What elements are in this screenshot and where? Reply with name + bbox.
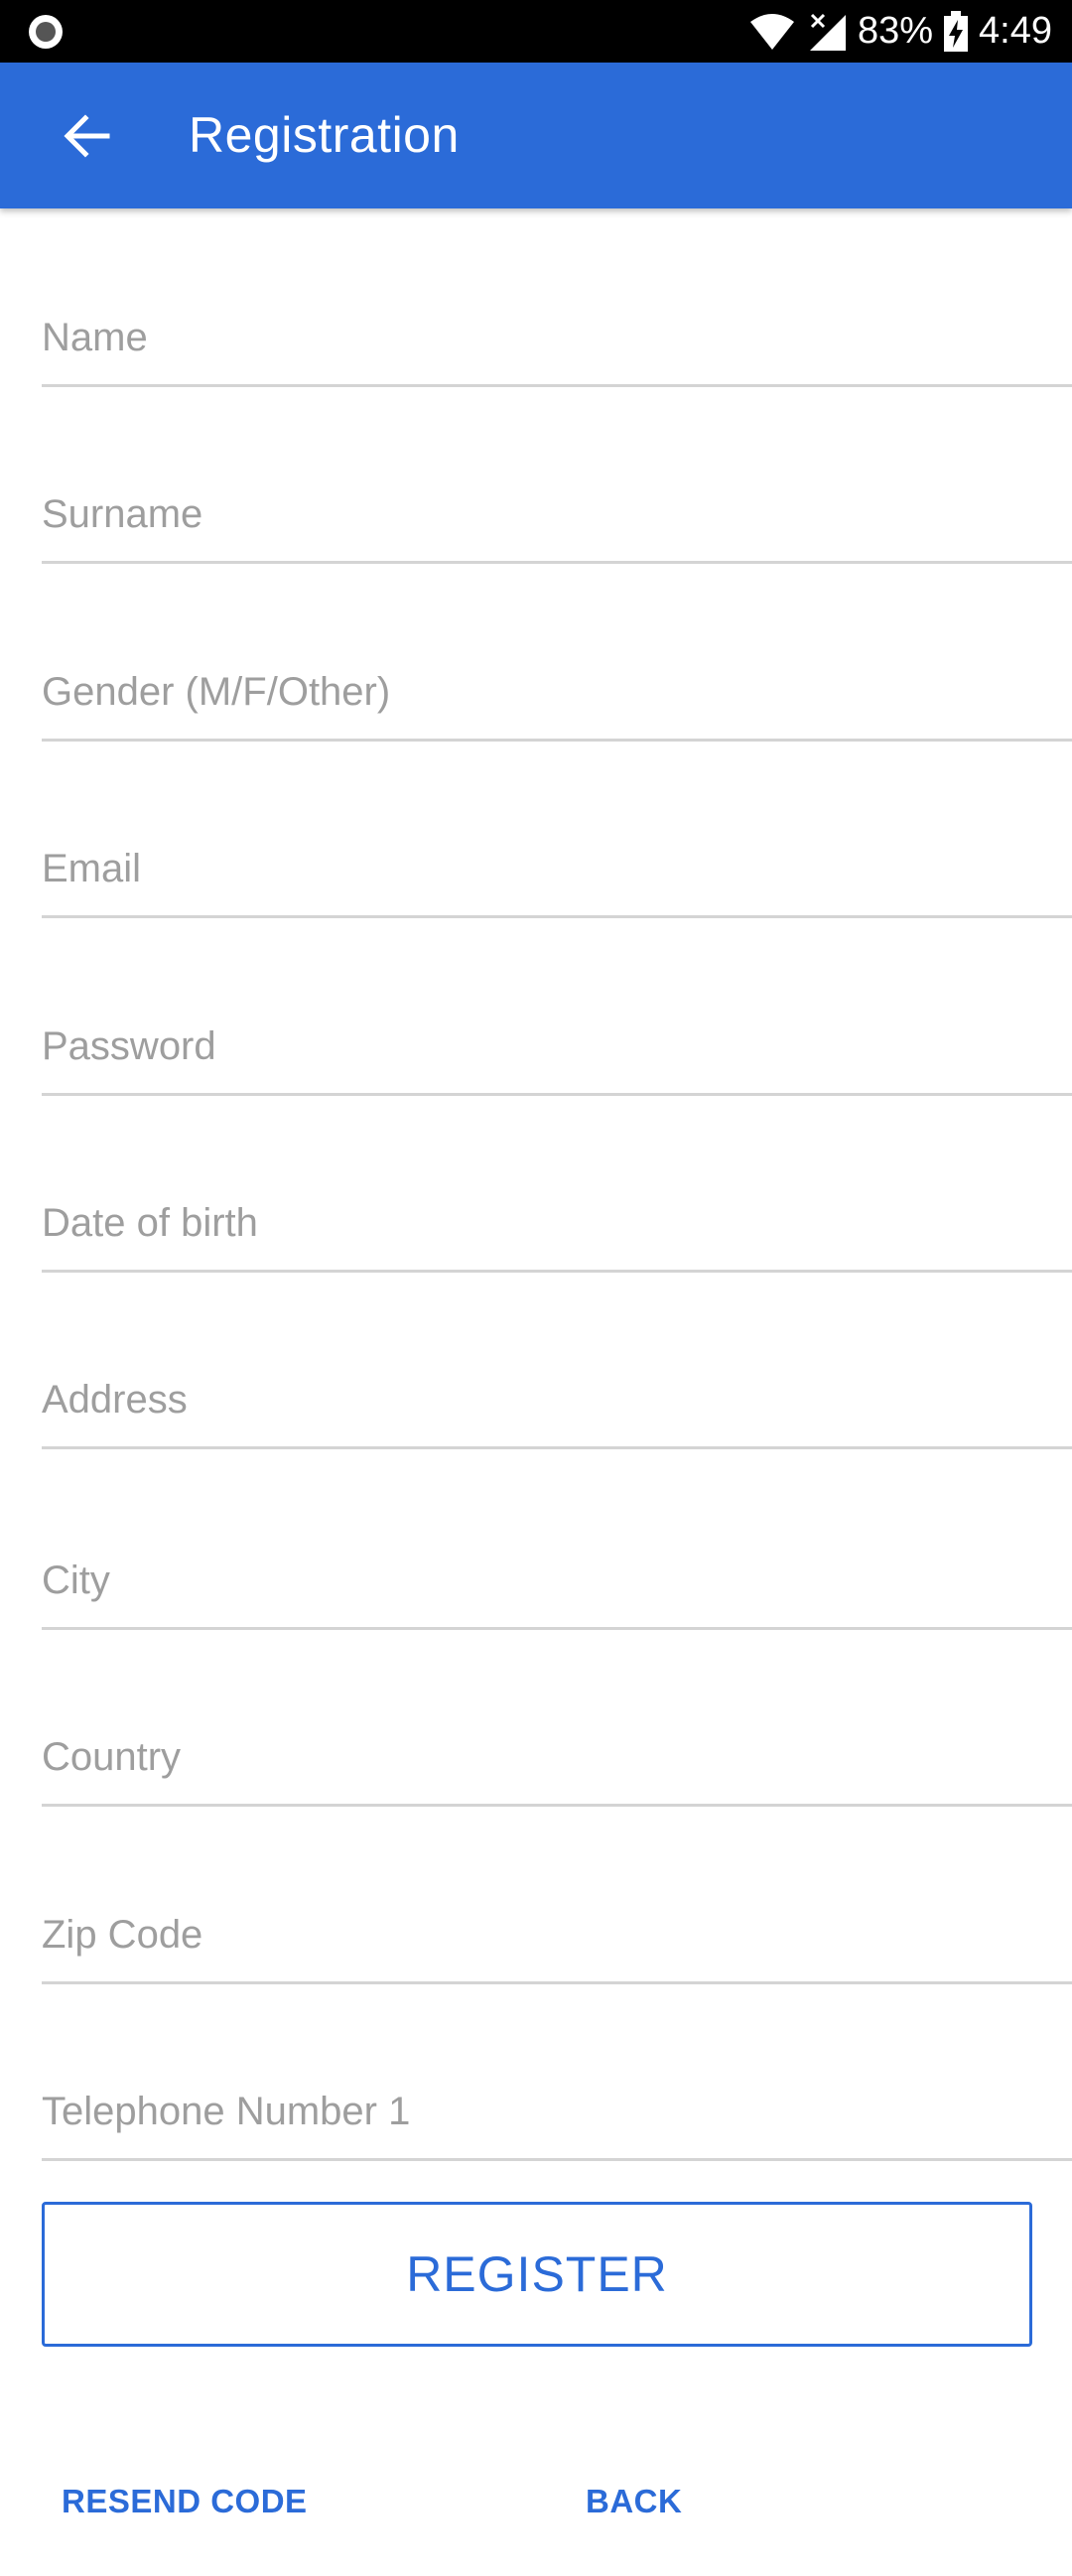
battery-charging-icon <box>943 10 969 53</box>
field-underline <box>42 1981 1072 1984</box>
zip-code-field-container <box>42 1885 1072 1984</box>
field-underline <box>42 915 1072 918</box>
field-underline <box>42 739 1072 742</box>
date-of-birth-field-container <box>42 1173 1072 1273</box>
field-underline <box>42 2158 1072 2161</box>
notification-circle-icon <box>26 12 66 52</box>
telephone-field[interactable] <box>42 2062 1072 2161</box>
cell-signal-icon <box>806 11 848 53</box>
city-field[interactable] <box>42 1531 1072 1630</box>
address-field-container <box>42 1350 1072 1449</box>
status-bar: 83% 4:49 <box>0 0 1072 63</box>
country-field[interactable] <box>42 1707 1072 1807</box>
telephone-field-container <box>42 2062 1072 2161</box>
field-underline <box>42 1446 1072 1449</box>
name-field-container <box>42 288 1072 387</box>
country-field-container <box>42 1707 1072 1807</box>
page-title: Registration <box>189 107 460 163</box>
battery-percent: 83% <box>857 10 934 52</box>
field-underline <box>42 1270 1072 1273</box>
field-underline <box>42 561 1072 564</box>
zip-code-field[interactable] <box>42 1885 1072 1984</box>
arrow-left-icon[interactable] <box>58 106 117 166</box>
password-field[interactable] <box>42 997 1072 1096</box>
status-indicators: 83% 4:49 <box>748 0 1052 63</box>
date-of-birth-field[interactable] <box>42 1173 1072 1273</box>
address-field[interactable] <box>42 1350 1072 1449</box>
app-bar: Registration <box>0 63 1072 208</box>
resend-code-button[interactable]: RESEND CODE <box>62 2472 308 2531</box>
back-button[interactable]: BACK <box>586 2472 682 2531</box>
wifi-icon <box>748 12 796 52</box>
surname-field-container <box>42 465 1072 564</box>
gender-field[interactable] <box>42 642 1072 742</box>
clock: 4:49 <box>979 10 1052 52</box>
city-field-container <box>42 1531 1072 1630</box>
email-field[interactable] <box>42 819 1072 918</box>
password-field-container <box>42 997 1072 1096</box>
register-button[interactable]: REGISTER <box>42 2202 1032 2347</box>
gender-field-container <box>42 642 1072 742</box>
field-underline <box>42 1804 1072 1807</box>
field-underline <box>42 1093 1072 1096</box>
name-field[interactable] <box>42 288 1072 387</box>
email-field-container <box>42 819 1072 918</box>
field-underline <box>42 384 1072 387</box>
field-underline <box>42 1627 1072 1630</box>
surname-field[interactable] <box>42 465 1072 564</box>
